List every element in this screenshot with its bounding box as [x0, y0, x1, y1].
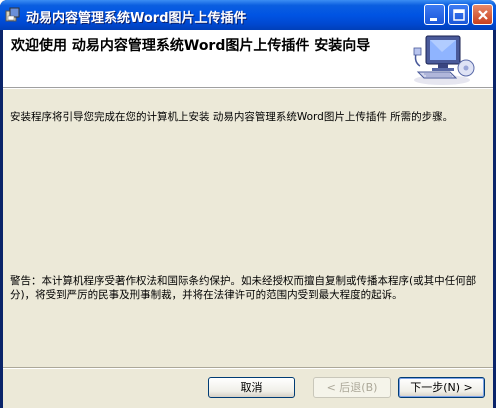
back-button[interactable]: < 后退(B): [313, 377, 391, 398]
window-title: 动易内容管理系统Word图片上传插件: [26, 11, 247, 26]
wizard-header: 欢迎使用 动易内容管理系统Word图片上传插件 安装向导: [3, 30, 493, 88]
dialog-client-area: 欢迎使用 动易内容管理系统Word图片上传插件 安装向导 安装程序将引导您完成在…: [3, 30, 493, 408]
page-title: 欢迎使用 动易内容管理系统Word图片上传插件 安装向导: [11, 38, 371, 54]
header-divider: [3, 88, 493, 89]
copyright-warning: 警告：本计算机程序受著作权法和国际条约保护。如未经授权而擅自复制或传播本程序(或…: [10, 275, 477, 301]
installer-window: 动易内容管理系统Word图片上传插件 欢迎使用 动易内容管理系统Word图片上传…: [0, 0, 496, 408]
title-bar[interactable]: 动易内容管理系统Word图片上传插件: [0, 0, 496, 30]
intro-text: 安装程序将引导您完成在您的计算机上安装 动易内容管理系统Word图片上传插件 所…: [10, 111, 454, 123]
installer-icon: [5, 7, 21, 23]
cancel-button[interactable]: 取消: [208, 377, 295, 398]
close-button[interactable]: [472, 4, 493, 25]
minimize-button[interactable]: [424, 4, 445, 25]
maximize-button[interactable]: [448, 4, 469, 25]
next-button[interactable]: 下一步(N) >: [398, 377, 485, 398]
footer-divider-highlight: [3, 368, 493, 369]
computer-setup-icon: [412, 32, 476, 86]
